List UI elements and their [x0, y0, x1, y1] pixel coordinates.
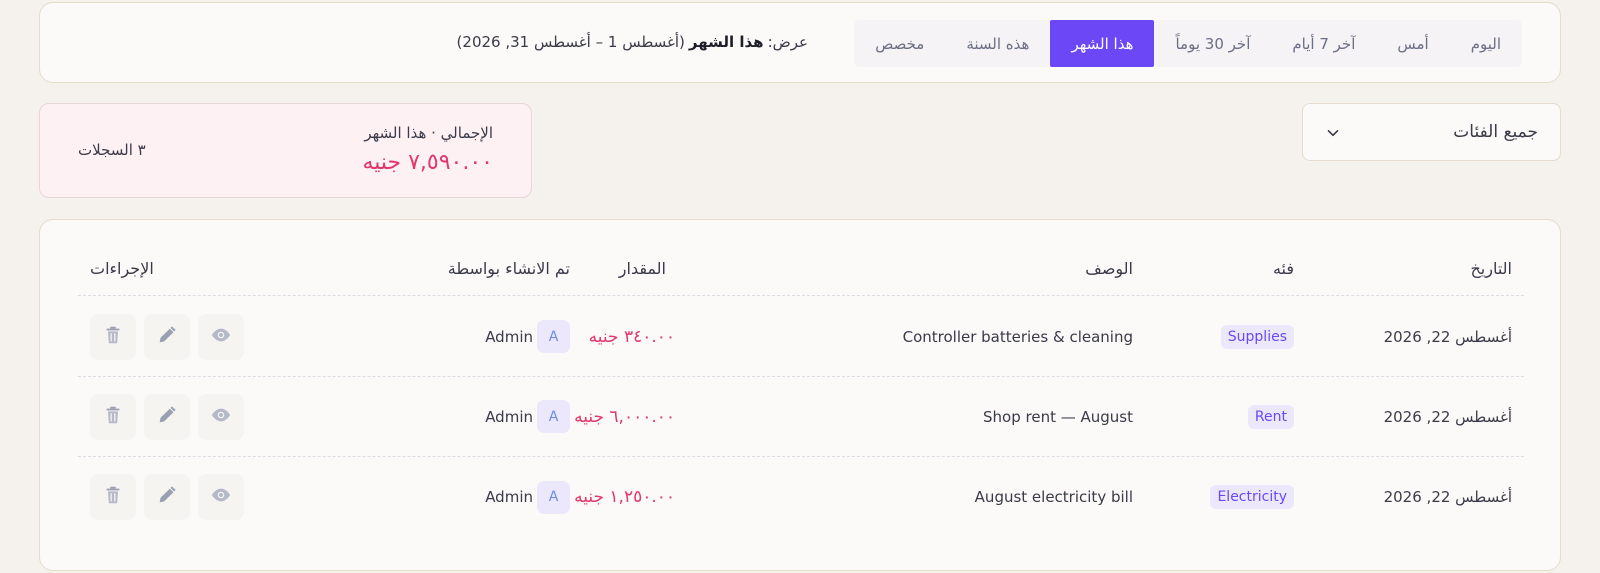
expenses-table: التاريخ فئه الوصف المقدار تم الانشاء بوا… — [39, 219, 1561, 571]
eye-icon — [210, 324, 232, 350]
pencil-icon — [156, 484, 178, 510]
table-header-row: التاريخ فئه الوصف المقدار تم الانشاء بوا… — [78, 242, 1524, 296]
pencil-icon — [156, 404, 178, 430]
creator-name: Admin — [485, 407, 533, 426]
category-select[interactable]: جميع الفئات — [1302, 103, 1561, 161]
row-date: أغسطس 22, 2026 — [1383, 407, 1512, 426]
summary-total: ٧,٥٩٠.٠٠ جنيه — [362, 150, 493, 175]
summary-label: الإجمالي · هذا الشهر — [364, 124, 493, 142]
tab-last-7-days[interactable]: آخر 7 أيام — [1271, 20, 1376, 67]
row-created-by: A Admin — [485, 377, 570, 456]
edit-button[interactable] — [144, 474, 190, 520]
row-description: August electricity bill — [974, 488, 1133, 506]
row-amount: ٦,٠٠٠.٠٠ جنيه — [574, 406, 675, 427]
header-description[interactable]: الوصف — [1085, 242, 1133, 295]
date-range-tabs: اليوم أمس آخر 7 أيام آخر 30 يوماً هذا ال… — [854, 20, 1522, 67]
delete-button[interactable] — [90, 313, 136, 360]
header-created-by[interactable]: تم الانشاء بواسطة — [448, 242, 570, 295]
category-select-value: جميع الفئات — [1453, 122, 1538, 142]
summary-card: الإجمالي · هذا الشهر ٧,٥٩٠.٠٠ جنيه ٣ الس… — [39, 103, 532, 198]
view-button[interactable] — [198, 393, 244, 440]
avatar: A — [537, 400, 570, 433]
tab-today[interactable]: اليوم — [1450, 20, 1522, 67]
trash-icon — [102, 404, 124, 430]
row-created-by: A Admin — [485, 457, 570, 537]
avatar: A — [537, 480, 570, 514]
edit-button[interactable] — [144, 313, 190, 360]
date-filter-card: اليوم أمس آخر 7 أيام آخر 30 يوماً هذا ال… — [39, 2, 1561, 83]
header-amount[interactable]: المقدار — [619, 242, 666, 295]
category-badge: Supplies — [1220, 324, 1294, 349]
row-actions — [90, 377, 244, 456]
row-category: Supplies — [1220, 297, 1294, 376]
avatar: A — [537, 320, 570, 353]
row-amount: ٣٤٠.٠٠ جنيه — [588, 326, 675, 347]
range-dates: (أغسطس 1 – أغسطس 31, 2026) — [456, 33, 685, 51]
row-amount: ١,٢٥٠.٠٠ جنيه — [574, 487, 675, 507]
header-date[interactable]: التاريخ — [1470, 242, 1512, 295]
range-prefix: عرض: — [767, 33, 808, 51]
row-actions — [90, 297, 244, 376]
summary-record-count: ٣ السجلات — [78, 141, 146, 159]
row-description: Controller batteries & cleaning — [902, 327, 1133, 346]
row-date: أغسطس 22, 2026 — [1383, 488, 1512, 506]
pencil-icon — [156, 324, 178, 350]
tab-custom[interactable]: مخصص — [854, 20, 945, 67]
header-category[interactable]: فئه — [1273, 242, 1294, 295]
row-description: Shop rent — August — [983, 407, 1133, 426]
category-badge: Rent — [1247, 404, 1294, 429]
category-badge: Electricity — [1210, 485, 1294, 509]
header-actions: الإجراءات — [90, 259, 154, 278]
row-category: Rent — [1247, 377, 1294, 456]
edit-button[interactable] — [144, 393, 190, 440]
delete-button[interactable] — [90, 393, 136, 440]
table-row: أغسطس 22, 2026 Rent Shop rent — August ٦… — [78, 377, 1524, 457]
view-button[interactable] — [198, 474, 244, 520]
tab-this-year[interactable]: هذه السنة — [945, 20, 1050, 67]
tab-this-month[interactable]: هذا الشهر — [1050, 20, 1155, 67]
trash-icon — [102, 484, 124, 510]
row-actions — [90, 457, 244, 537]
eye-icon — [210, 404, 232, 430]
delete-button[interactable] — [90, 474, 136, 520]
tab-last-30-days[interactable]: آخر 30 يوماً — [1154, 20, 1271, 67]
creator-name: Admin — [485, 327, 533, 346]
trash-icon — [102, 324, 124, 350]
table-row: أغسطس 22, 2026 Electricity August electr… — [78, 457, 1524, 537]
expenses-page: اليوم أمس آخر 7 أيام آخر 30 يوماً هذا ال… — [0, 0, 1600, 573]
row-date: أغسطس 22, 2026 — [1383, 327, 1512, 346]
range-strong: هذا الشهر — [688, 33, 764, 51]
eye-icon — [210, 484, 232, 510]
tab-yesterday[interactable]: أمس — [1376, 20, 1449, 67]
view-button[interactable] — [198, 313, 244, 360]
chevron-down-icon — [1327, 126, 1339, 138]
selected-range-text: عرض: هذا الشهر (أغسطس 1 – أغسطس 31, 2026… — [457, 33, 808, 51]
row-created-by: A Admin — [485, 297, 570, 376]
row-category: Electricity — [1210, 457, 1294, 537]
creator-name: Admin — [485, 488, 533, 506]
table-row: أغسطس 22, 2026 Supplies Controller batte… — [78, 297, 1524, 377]
